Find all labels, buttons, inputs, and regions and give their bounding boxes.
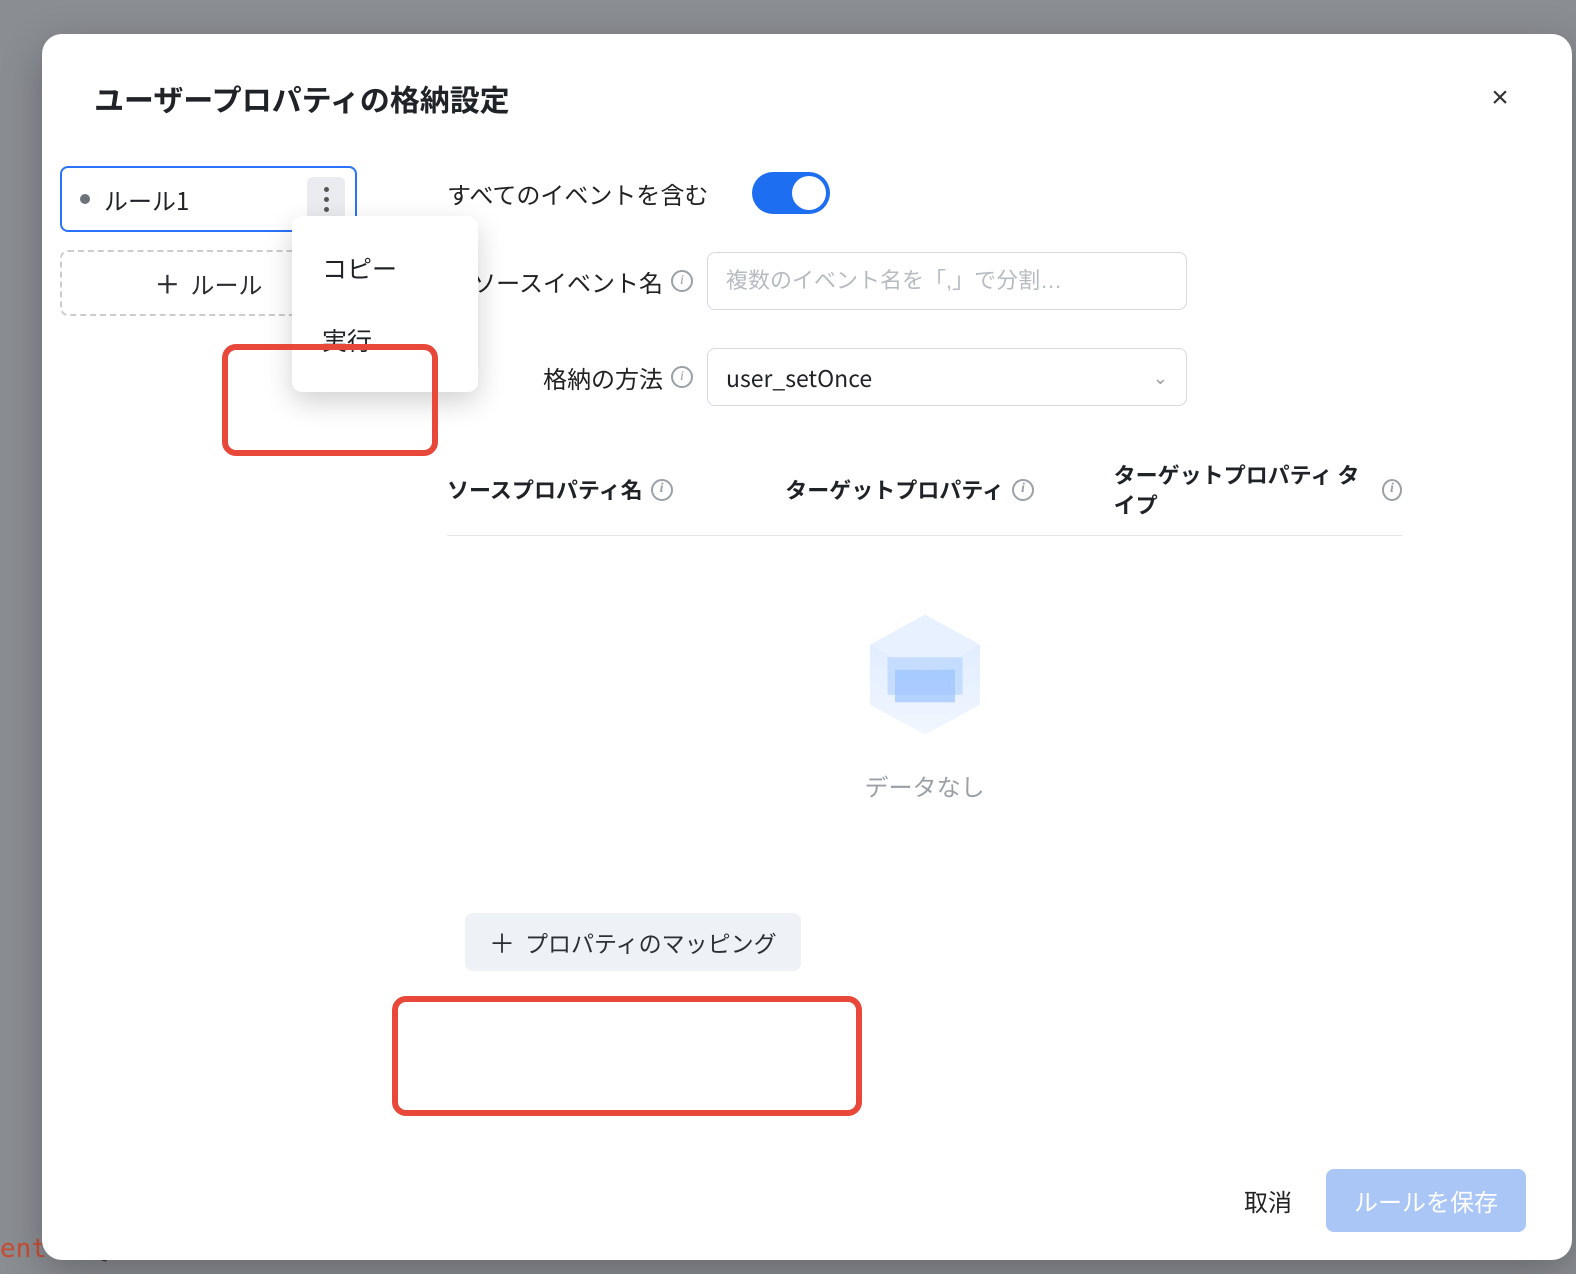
store-method-select[interactable]: user_setOnce ⌄ — [707, 348, 1187, 406]
rule-context-menu: コピー 実行 — [292, 216, 478, 392]
menu-copy[interactable]: コピー — [292, 232, 478, 304]
include-all-label: すべてのイベントを含む — [447, 176, 722, 211]
store-method-value: user_setOnce — [726, 360, 872, 394]
dots-icon — [324, 187, 329, 192]
rule-status-dot — [80, 194, 90, 204]
rule-more-button[interactable] — [307, 177, 345, 221]
source-event-label: ソースイベント名 i — [447, 264, 707, 299]
col-target-property: ターゲットプロパティ i — [785, 460, 1073, 519]
info-icon[interactable]: i — [671, 366, 693, 388]
info-icon[interactable]: i — [1382, 479, 1402, 501]
plus-icon: ＋ — [154, 265, 180, 302]
col-target-type: ターゲットプロパティ タイプ i — [1114, 460, 1402, 519]
cancel-button[interactable]: 取消 — [1244, 1183, 1292, 1218]
include-all-toggle[interactable] — [752, 172, 830, 214]
source-event-input[interactable] — [707, 252, 1187, 310]
info-icon[interactable]: i — [1012, 479, 1034, 501]
empty-state: データなし — [447, 606, 1402, 803]
close-icon: × — [1491, 81, 1509, 115]
mapping-table-head: ソースプロパティ名 i ターゲットプロパティ i ターゲットプロパティ タイプ … — [447, 444, 1402, 536]
modal-footer: 取消 ルールを保存 — [42, 1147, 1572, 1260]
store-method-label: 格納の方法 i — [447, 360, 707, 395]
empty-text: データなし — [865, 768, 985, 803]
close-button[interactable]: × — [1480, 78, 1520, 118]
info-icon[interactable]: i — [671, 270, 693, 292]
save-button[interactable]: ルールを保存 — [1326, 1169, 1526, 1232]
menu-run[interactable]: 実行 — [292, 304, 478, 376]
modal: ユーザープロパティの格納設定 × ルール1 ＋ ルール コピー 実行 — [42, 34, 1572, 1260]
rule-name: ルール1 — [104, 182, 307, 217]
col-source-property: ソースプロパティ名 i — [447, 460, 745, 519]
empty-illustration-icon — [850, 606, 1000, 746]
info-icon[interactable]: i — [651, 479, 673, 501]
add-mapping-button[interactable]: ＋ プロパティのマッピング — [465, 913, 801, 971]
add-mapping-label: プロパティのマッピング — [525, 925, 777, 959]
toggle-knob — [792, 176, 826, 210]
sidebar: ルール1 ＋ ルール コピー 実行 — [52, 144, 357, 1147]
plus-icon: ＋ — [489, 924, 515, 961]
add-rule-label: ルール — [191, 266, 263, 301]
chevron-down-icon: ⌄ — [1153, 364, 1168, 390]
modal-title: ユーザープロパティの格納設定 — [94, 76, 510, 120]
main-panel: すべてのイベントを含む ソースイベント名 i 格納の方法 i — [357, 144, 1520, 1147]
